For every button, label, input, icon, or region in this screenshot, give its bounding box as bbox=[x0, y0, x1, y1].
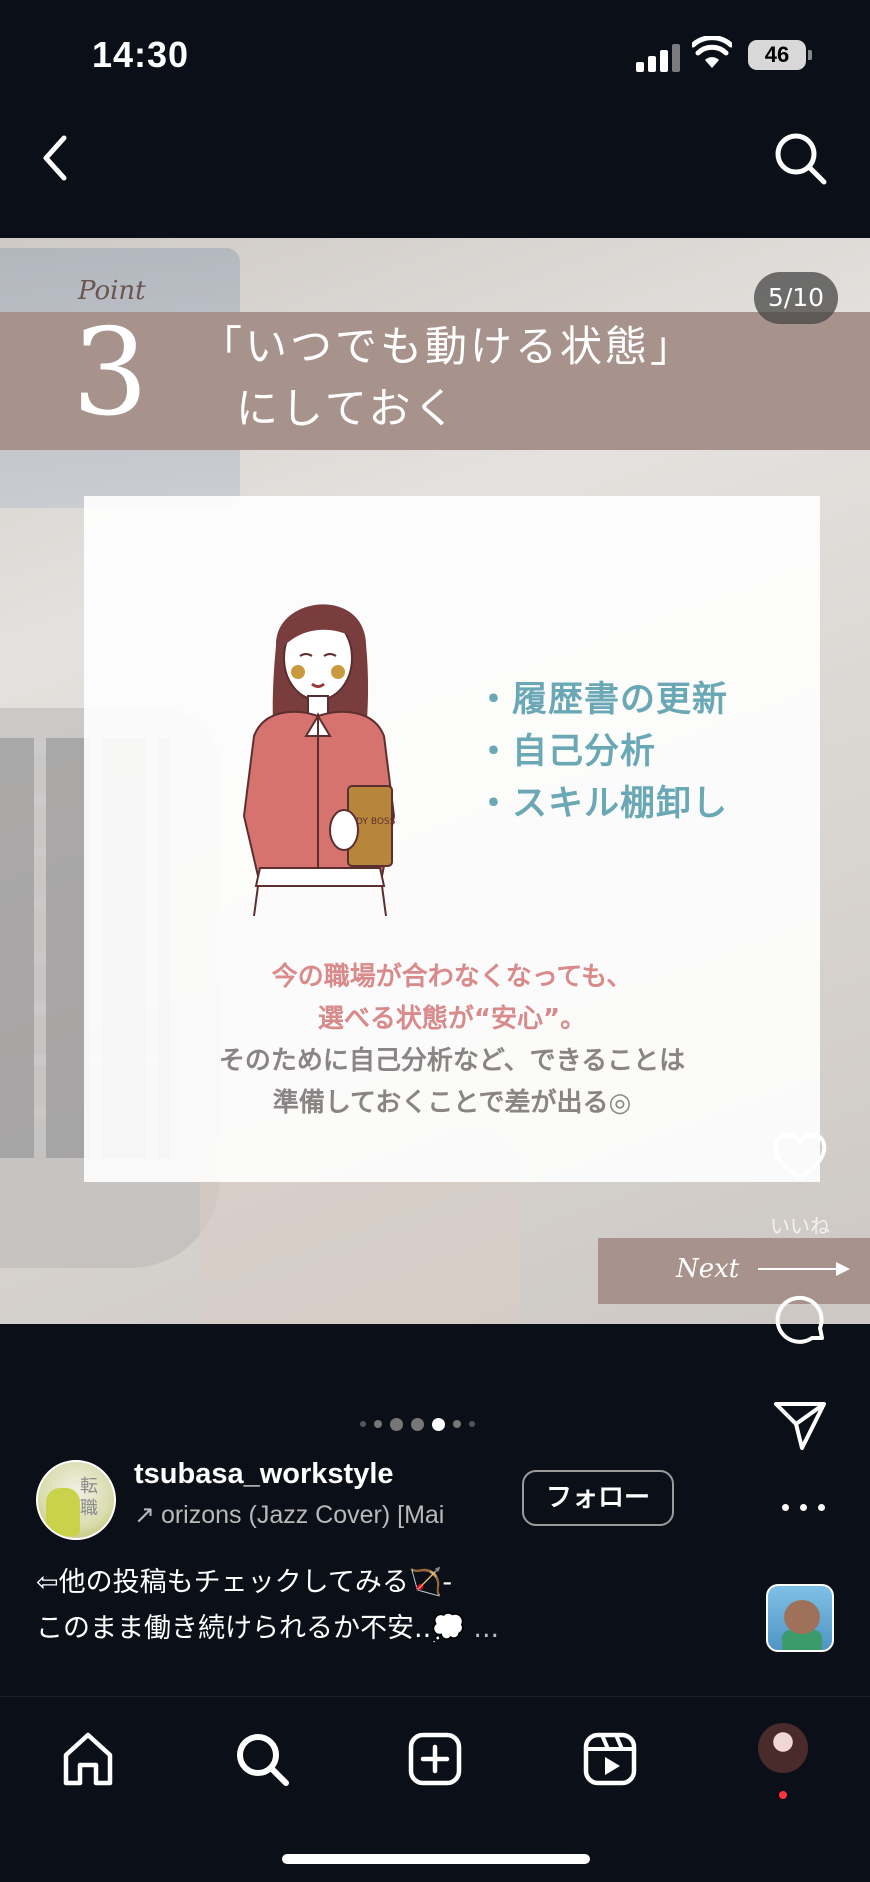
profile-avatar-tab[interactable] bbox=[756, 1721, 810, 1775]
caption-line-1: ⇦他の投稿もチェックしてみる🏹- bbox=[36, 1567, 453, 1598]
post-caption[interactable]: ⇦他の投稿もチェックしてみる🏹- このまま働き続けられるか不安..💭 ... bbox=[36, 1560, 556, 1652]
music-thumbnail[interactable] bbox=[766, 1584, 834, 1652]
back-arrow-icon[interactable] bbox=[30, 128, 78, 188]
explore-icon[interactable] bbox=[232, 1729, 292, 1789]
home-indicator bbox=[282, 1854, 590, 1864]
checklist-item: スキル棚卸し bbox=[476, 778, 728, 830]
status-time: 14:30 bbox=[92, 34, 190, 75]
caption-line-2: このまま働き続けられるか不安..💭 bbox=[36, 1613, 465, 1644]
point-number: 3 bbox=[72, 304, 149, 443]
checklist: 履歴書の更新 自己分析 スキル棚卸し bbox=[476, 674, 728, 830]
status-bar: 14:30 46 bbox=[0, 0, 870, 110]
follow-button[interactable]: フォロー bbox=[522, 1470, 674, 1526]
cellular-signal-icon bbox=[636, 42, 680, 72]
checklist-item: 自己分析 bbox=[476, 726, 728, 778]
music-title: orizons (Jazz Cover) [Mai bbox=[160, 1501, 445, 1529]
avatar-text: 転職 bbox=[80, 1476, 98, 1519]
card-caption: 今の職場が合わなくなっても、 選べる状態が“安心”。 そのために自己分析など、で… bbox=[84, 956, 820, 1124]
avatar-figure bbox=[46, 1488, 80, 1536]
caption-highlight-1: 今の職場が合わなくなっても、 bbox=[271, 962, 633, 992]
content-card: LADY BOSS 履歴書の更新 自己分析 スキル棚卸し 今の職場が合わなくなっ… bbox=[84, 496, 820, 1182]
create-icon[interactable] bbox=[405, 1729, 465, 1789]
point-label: Point bbox=[78, 276, 146, 306]
more-icon[interactable] bbox=[780, 1502, 828, 1514]
caption-more[interactable]: ... bbox=[473, 1613, 499, 1644]
like-label: いいね bbox=[770, 1214, 830, 1238]
post-title: 「いつでも動ける状態」 にしておく bbox=[200, 316, 695, 440]
reels-icon[interactable] bbox=[580, 1729, 640, 1789]
post-image[interactable]: Point 3 「いつでも動ける状態」 にしておく 5/10 LADY BOSS… bbox=[0, 238, 870, 1324]
next-arrow-icon bbox=[758, 1262, 850, 1276]
post-title-line1: 「いつでも動ける状態」 bbox=[200, 322, 696, 371]
post-title-line2: にしておく bbox=[236, 384, 459, 433]
caption-body-2: 準備しておくことで差が出る◎ bbox=[272, 1088, 632, 1118]
wifi-icon bbox=[692, 36, 732, 68]
share-icon[interactable] bbox=[770, 1394, 830, 1454]
checklist-item: 履歴書の更新 bbox=[476, 674, 728, 726]
search-icon[interactable] bbox=[770, 128, 830, 188]
notification-dot bbox=[779, 1791, 787, 1799]
music-thumb-face bbox=[784, 1600, 820, 1634]
caption-body-1: そのために自己分析など、できることは bbox=[218, 1046, 686, 1076]
carousel-dots bbox=[360, 1414, 475, 1434]
home-icon[interactable] bbox=[58, 1729, 118, 1789]
slide-counter: 5/10 bbox=[754, 272, 838, 324]
music-track[interactable]: ↗ orizons (Jazz Cover) [Mai bbox=[134, 1500, 494, 1536]
music-arrow-icon: ↗ bbox=[134, 1501, 155, 1529]
avatar[interactable]: 転職 bbox=[36, 1460, 116, 1540]
username[interactable]: tsubasa_workstyle bbox=[134, 1458, 394, 1491]
battery-indicator: 46 bbox=[748, 40, 812, 70]
heart-icon[interactable] bbox=[770, 1126, 830, 1186]
caption-highlight-2: 選べる状態が“安心”。 bbox=[317, 1004, 587, 1034]
next-label: Next bbox=[676, 1254, 740, 1284]
woman-illustration: LADY BOSS bbox=[242, 604, 396, 916]
comment-icon[interactable] bbox=[770, 1290, 830, 1350]
